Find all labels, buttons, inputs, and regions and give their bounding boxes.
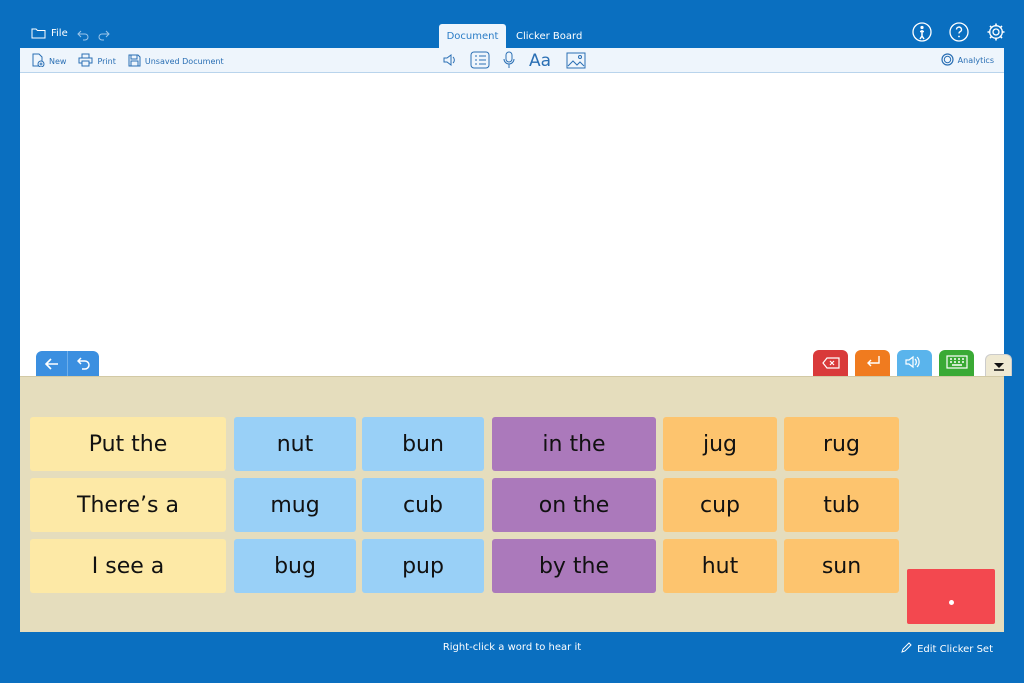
svg-text:Aa: Aa — [529, 51, 551, 69]
analytics-button[interactable]: Analytics — [941, 53, 994, 68]
new-document-icon — [32, 53, 45, 69]
folder-icon — [31, 27, 46, 39]
speaker-icon[interactable] — [442, 52, 458, 72]
document-name: Unsaved Document — [144, 56, 224, 66]
word-cell[interactable]: bun — [362, 417, 484, 471]
save-icon — [128, 54, 141, 69]
microphone-icon[interactable] — [502, 51, 516, 73]
edit-clicker-set-button[interactable]: Edit Clicker Set — [901, 642, 993, 656]
document-toolbar: New Print Unsaved Document Aa Analytics — [20, 48, 1004, 73]
backspace-icon — [821, 354, 840, 373]
delete-button[interactable] — [813, 350, 848, 376]
redo-icon[interactable] — [98, 26, 110, 45]
keyboard-icon — [945, 354, 968, 373]
analytics-icon — [941, 53, 954, 68]
word-cell[interactable]: rug — [784, 417, 899, 471]
action-buttons — [813, 350, 1012, 376]
speech-icon — [904, 354, 925, 373]
enter-button[interactable] — [855, 350, 890, 376]
word-cell[interactable]: nut — [234, 417, 356, 471]
image-icon[interactable] — [566, 52, 586, 73]
undo-word-icon[interactable] — [68, 351, 99, 376]
punctuation-full-stop-button[interactable] — [907, 569, 995, 624]
collapse-down-icon — [993, 356, 1005, 375]
status-hint: Right-click a word to hear it — [442, 642, 582, 653]
word-cell[interactable]: cup — [663, 478, 777, 532]
print-label: Print — [97, 56, 116, 66]
document-editor[interactable] — [20, 73, 1004, 376]
navigation-buttons — [36, 351, 99, 376]
undo-icon[interactable] — [77, 26, 89, 45]
word-cell[interactable]: in the — [492, 417, 656, 471]
return-icon — [865, 354, 881, 373]
back-arrow-icon[interactable] — [36, 351, 68, 376]
word-cell[interactable]: bug — [234, 539, 356, 593]
edit-clicker-set-label: Edit Clicker Set — [917, 643, 993, 655]
new-label: New — [49, 56, 67, 66]
file-button[interactable]: File — [31, 27, 68, 39]
word-cell[interactable]: tub — [784, 478, 899, 532]
word-cell[interactable]: cub — [362, 478, 484, 532]
word-cell[interactable]: pup — [362, 539, 484, 593]
word-cell[interactable]: I see a — [30, 539, 226, 593]
view-tabs: Document Clicker Board — [439, 24, 592, 48]
new-button[interactable]: New — [32, 53, 66, 69]
printer-icon — [78, 53, 93, 69]
file-label: File — [51, 27, 68, 39]
tab-document[interactable]: Document — [439, 24, 506, 48]
top-bar: File Document Clicker Board — [0, 0, 1024, 48]
font-icon[interactable]: Aa — [528, 51, 554, 73]
pencil-icon — [901, 642, 912, 656]
settings-icon[interactable] — [986, 22, 1006, 46]
word-cell[interactable]: There’s a — [30, 478, 226, 532]
analytics-label: Analytics — [957, 56, 994, 65]
word-cell[interactable]: hut — [663, 539, 777, 593]
keyboard-button[interactable] — [939, 350, 974, 376]
word-cell[interactable]: mug — [234, 478, 356, 532]
accessibility-icon[interactable] — [912, 22, 932, 46]
save-document-button[interactable]: Unsaved Document — [128, 54, 224, 69]
tab-clicker-board[interactable]: Clicker Board — [506, 24, 592, 48]
help-icon[interactable] — [949, 22, 969, 46]
full-stop-icon — [948, 600, 954, 605]
word-cell[interactable]: on the — [492, 478, 656, 532]
speak-button[interactable] — [897, 350, 932, 376]
word-cell[interactable]: Put the — [30, 417, 226, 471]
clicker-grid: Put the There’s a I see a nut mug bug bu… — [20, 376, 1004, 632]
list-icon[interactable] — [470, 51, 490, 73]
word-cell[interactable]: by the — [492, 539, 656, 593]
word-cell[interactable]: sun — [784, 539, 899, 593]
collapse-button[interactable] — [985, 354, 1012, 376]
word-cell[interactable]: jug — [663, 417, 777, 471]
print-button[interactable]: Print — [78, 53, 116, 69]
